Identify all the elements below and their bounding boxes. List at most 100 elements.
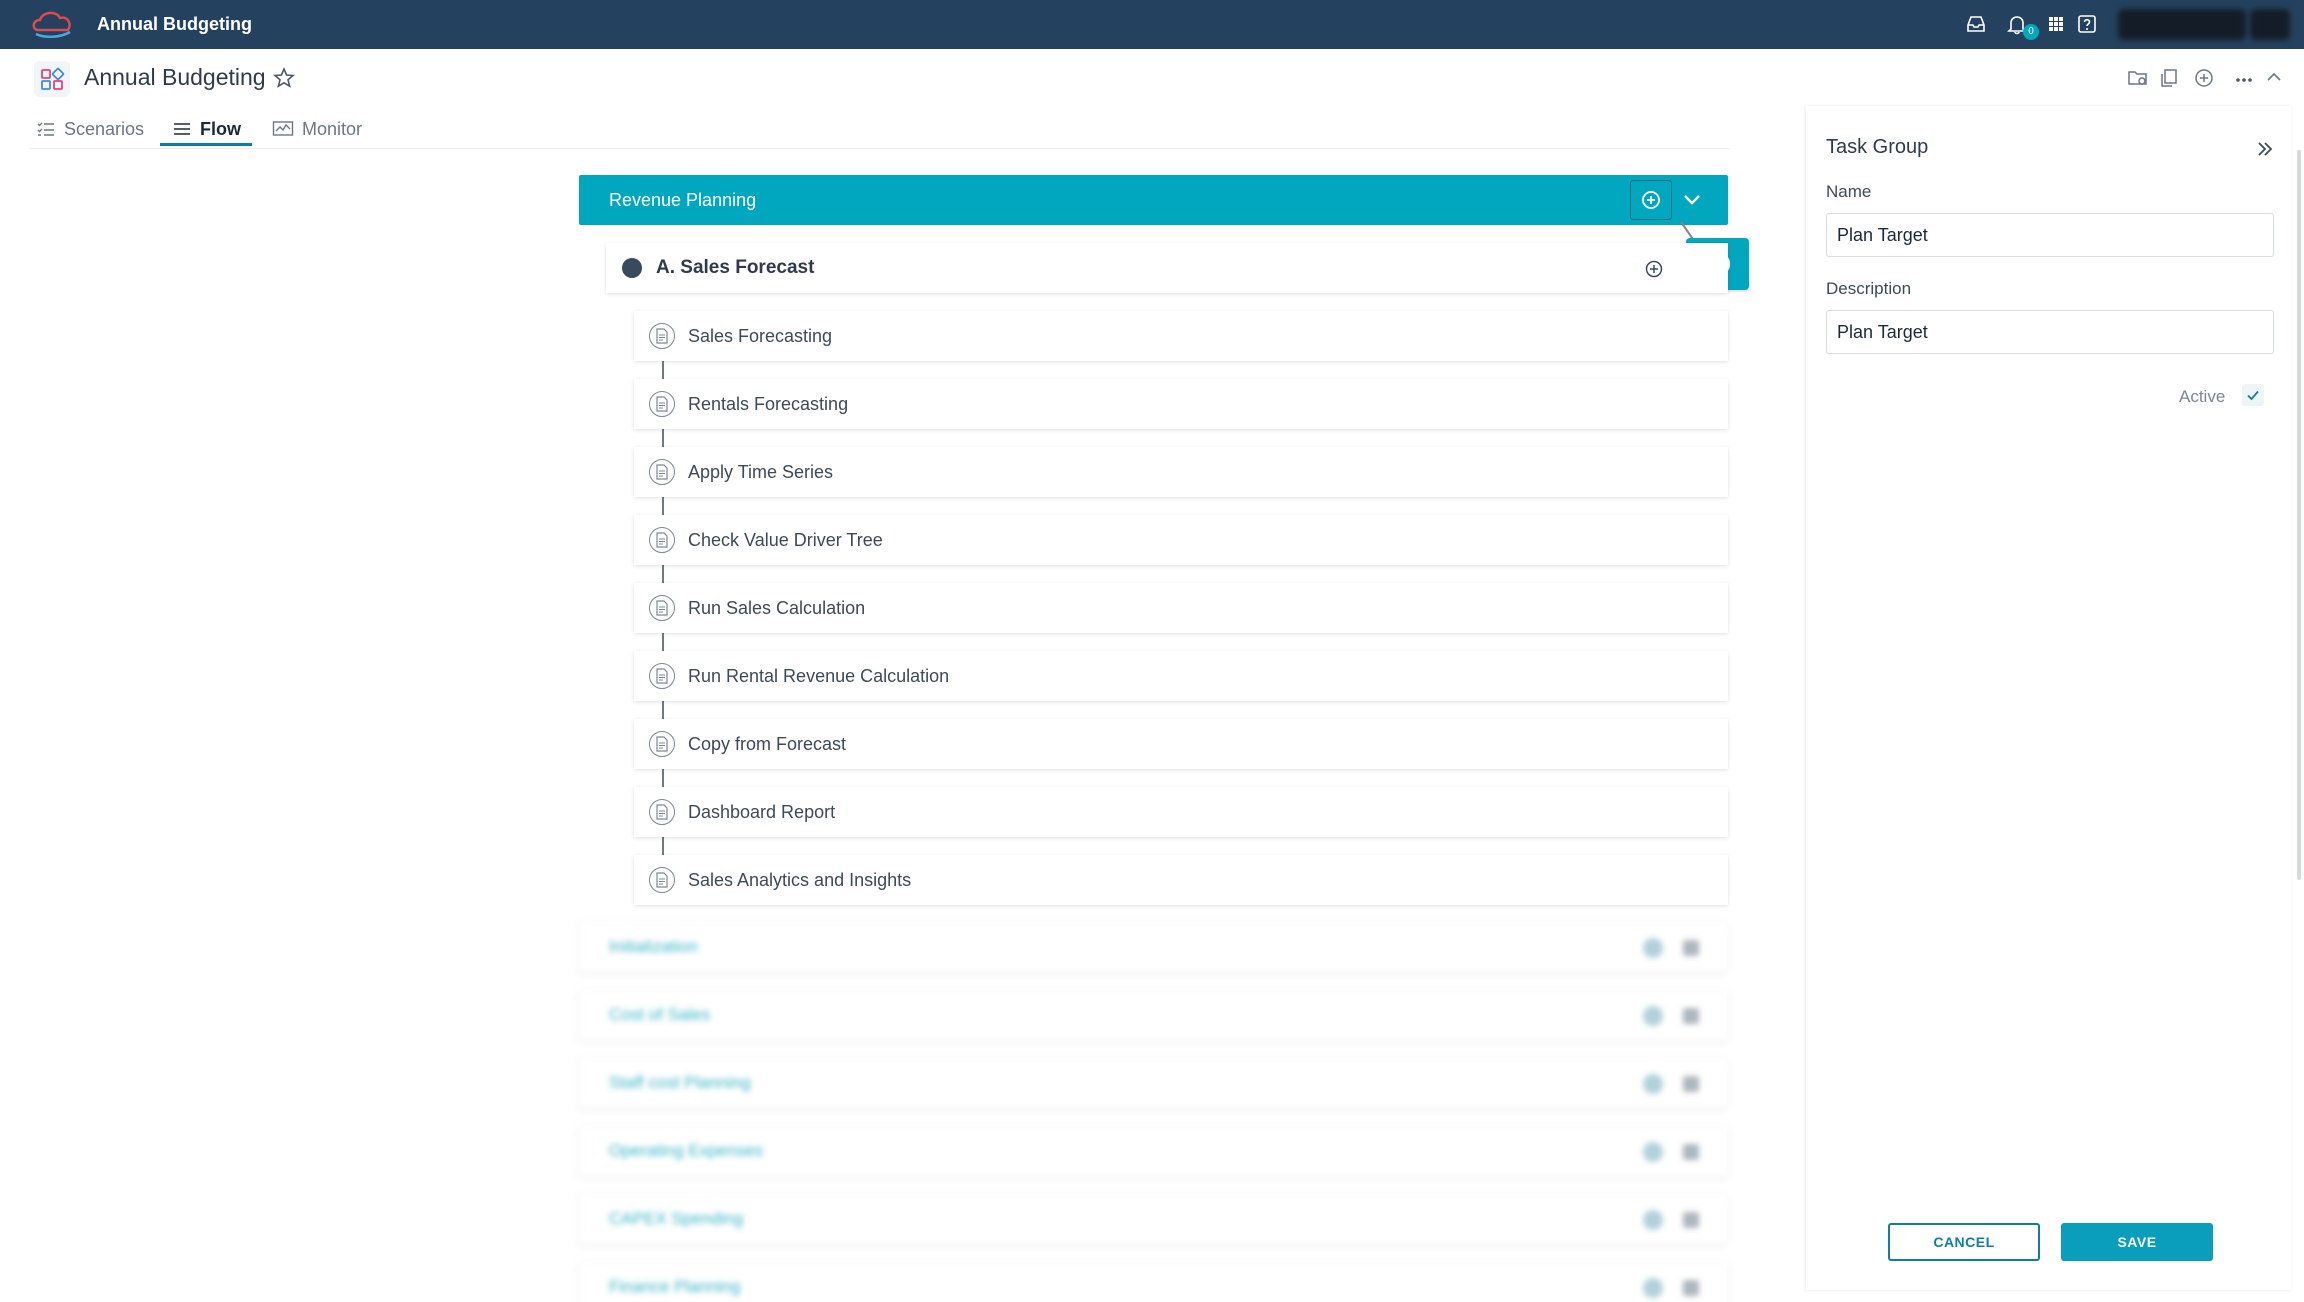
add-circle-icon[interactable] [1643,938,1663,958]
task-group-title: Revenue Planning [609,190,757,210]
task-label: Apply Time Series [688,462,834,482]
collapsed-group-title: Operating Expenses [609,1141,764,1160]
document-icon [649,527,675,553]
document-icon [649,867,675,893]
task-label: Copy from Forecast [688,734,847,754]
tabs-divider [30,148,1730,149]
check-icon [2247,390,2259,401]
collapsed-task-group[interactable]: Finance Planning [579,1262,1728,1302]
task-label: Rentals Forecasting [688,394,849,414]
tab-monitor-label: Monitor [302,118,363,139]
chevron-down-icon[interactable] [1683,940,1699,956]
list-icon [37,122,54,136]
task-group-panel: Task Group Name Description Active CANCE… [1806,106,2291,1290]
copy-icon[interactable] [2157,66,2181,90]
more-icon[interactable] [2232,66,2256,90]
task-row[interactable]: Run Sales Calculation [634,583,1728,633]
document-icon [649,391,675,417]
collapsed-task-group[interactable]: Staff cost Planning [579,1058,1728,1108]
task-label: Run Sales Calculation [688,598,866,618]
task-row[interactable]: Run Rental Revenue Calculation [634,651,1728,701]
chevron-down-icon[interactable] [1683,1280,1699,1296]
description-label: Description [1826,279,1912,298]
double-chevron-right-icon[interactable] [2254,138,2276,160]
name-label: Name [1826,182,1872,201]
active-tab-indicator [160,143,252,146]
collapsed-group-title: Initialization [609,937,698,956]
group-add-button[interactable] [1630,180,1672,220]
top-bar: Annual Budgeting 0 [0,0,2304,49]
subgroup-sales-forecast[interactable]: A. Sales Forecast [606,243,1728,293]
tab-flow-label: Flow [200,118,241,139]
add-circle-icon[interactable] [1643,1210,1663,1230]
document-icon [649,323,675,349]
chevron-down-icon[interactable] [1683,1008,1699,1024]
panel-scrollbar[interactable] [2297,150,2301,880]
task-label: Sales Analytics and Insights [688,870,912,890]
description-field[interactable] [1826,310,2274,354]
app-name[interactable]: Annual Budgeting [97,0,252,49]
collapsed-group-title: Cost of Sales [609,1005,711,1024]
tab-scenarios-label: Scenarios [64,118,145,139]
task-row[interactable]: Sales Forecasting [634,311,1728,361]
tab-scenarios[interactable]: Scenarios [36,112,144,146]
tab-flow[interactable]: Flow [172,112,241,146]
collapsed-task-group[interactable]: CAPEX Spending [579,1194,1728,1244]
inbox-icon[interactable] [1965,13,1987,35]
chevron-up-icon[interactable] [2262,66,2286,90]
collapsed-group-title: Staff cost Planning [609,1073,751,1092]
page-title: Annual Budgeting [84,64,266,90]
task-row[interactable]: Check Value Driver Tree [634,515,1728,565]
document-icon [649,731,675,757]
logo-icon[interactable] [30,8,74,40]
document-icon [649,663,675,689]
task-row[interactable]: Dashboard Report [634,787,1728,837]
task-row[interactable]: Sales Analytics and Insights [634,855,1728,905]
collapsed-group-title: Finance Planning [609,1277,741,1296]
task-label: Check Value Driver Tree [688,530,883,550]
chevron-down-icon[interactable] [1683,1076,1699,1092]
collapsed-task-group[interactable]: Operating Expenses [579,1126,1728,1176]
add-circle-icon [1642,191,1660,209]
chevron-down-icon[interactable] [1680,188,1704,212]
collapsed-group-title: CAPEX Spending [609,1209,744,1228]
add-circle-icon[interactable] [1643,1006,1663,1026]
menu-icon [174,123,190,135]
settings-folder-icon[interactable] [2126,66,2150,90]
add-circle-icon[interactable] [2192,66,2216,90]
cancel-button[interactable]: CANCEL [1888,1223,2040,1261]
task-label: Dashboard Report [688,802,836,822]
task-group-revenue-planning[interactable]: Revenue Planning [579,175,1728,225]
document-icon [649,799,675,825]
document-icon [649,459,675,485]
task-label: Sales Forecasting [688,326,833,346]
active-label: Active [2179,387,2226,406]
collapsed-task-group[interactable]: Initialization [579,922,1728,972]
notification-badge: 0 [2023,24,2039,40]
add-circle-icon[interactable] [1644,259,1664,279]
chevron-down-icon[interactable] [1683,1144,1699,1160]
add-circle-icon[interactable] [1643,1278,1663,1298]
task-row[interactable]: Rentals Forecasting [634,379,1728,429]
tenant-menu[interactable] [2250,9,2290,40]
subgroup-title: A. Sales Forecast [656,257,815,278]
tab-monitor[interactable]: Monitor [272,112,362,146]
star-icon[interactable] [272,66,296,90]
help-icon[interactable] [2076,13,2098,35]
document-icon [649,595,675,621]
user-menu[interactable] [2118,9,2246,40]
apps-grid-icon[interactable] [2045,13,2067,35]
task-row[interactable]: Copy from Forecast [634,719,1728,769]
name-field[interactable] [1826,213,2274,257]
task-row[interactable]: Apply Time Series [634,447,1728,497]
chart-icon [272,121,294,136]
task-label: Run Rental Revenue Calculation [688,666,950,686]
add-circle-icon[interactable] [1643,1074,1663,1094]
collapsed-task-group[interactable]: Cost of Sales [579,990,1728,1040]
panel-title: Task Group [1826,136,1929,158]
add-circle-icon[interactable] [1643,1142,1663,1162]
page-app-icon [34,61,70,97]
save-button[interactable]: SAVE [2061,1223,2213,1261]
chevron-down-icon[interactable] [1683,1212,1699,1228]
active-checkbox[interactable] [2242,384,2264,406]
